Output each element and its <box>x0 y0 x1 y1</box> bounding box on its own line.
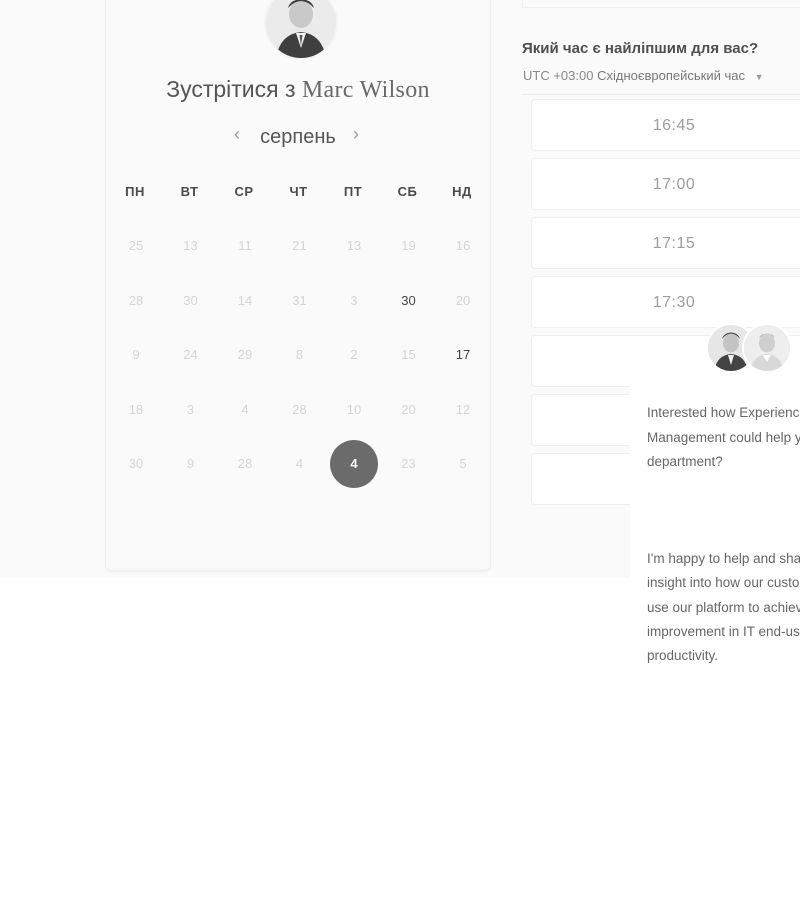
chat-message: Interested how Experienc Management coul… <box>647 377 800 693</box>
chevron-left-icon[interactable]: ‹ <box>234 124 240 144</box>
person-avatar-icon <box>744 325 790 371</box>
time-slot[interactable]: 17:15 <box>531 217 800 269</box>
weekday-label: СР <box>234 184 254 199</box>
chat-avatars <box>706 323 792 373</box>
calendar-day: 19 <box>401 238 416 253</box>
calendar-day: 29 <box>237 347 253 362</box>
caret-down-icon: ▼ <box>754 71 764 82</box>
calendar-day: 30 <box>183 292 198 308</box>
time-heading: Який час є найліпшим для вас? <box>522 40 759 57</box>
weekday-label: НД <box>452 184 472 199</box>
calendar-day: 28 <box>128 292 144 308</box>
calendar-day: 23 <box>401 456 416 471</box>
calendar-day: 14 <box>237 292 253 308</box>
timezone-offset: UTC +03:00 <box>523 68 594 83</box>
calendar-day: 4 <box>295 456 304 471</box>
calendar-day: 9 <box>132 347 140 362</box>
host-name: Marc Wilson <box>301 77 430 103</box>
top-panel-edge <box>522 0 800 8</box>
calendar-day: 31 <box>292 292 307 308</box>
time-slot-label: 17:30 <box>652 294 696 311</box>
calendar-day: 20 <box>401 401 416 417</box>
calendar-day: 3 <box>186 401 195 417</box>
calendar-day: 28 <box>237 456 253 471</box>
time-slot[interactable]: 17:30 <box>531 276 800 328</box>
weekday-header: ПН ВТ СР ЧТ ПТ СБ НД <box>108 184 490 202</box>
weekday-label: ПТ <box>343 184 363 199</box>
calendar-day: 20 <box>455 292 471 308</box>
calendar-day: 28 <box>292 401 307 417</box>
calendar-day: 24 <box>183 347 198 362</box>
agent-avatar <box>742 323 792 373</box>
calendar-day[interactable]: 17 <box>439 331 487 379</box>
calendar-day: 21 <box>292 238 307 253</box>
calendar-day: 5 <box>459 456 467 471</box>
calendar-day: 4 <box>241 401 249 417</box>
time-slot[interactable]: 17:00 <box>531 158 800 210</box>
meeting-title-prefix: Зустрітися з <box>166 76 296 102</box>
calendar-day: 2 <box>350 347 358 362</box>
chat-paragraph: I'm happy to help and sha insight into h… <box>647 551 800 664</box>
calendar-day[interactable]: 4 <box>330 440 378 488</box>
calendar-day: 18 <box>128 401 144 417</box>
timezone-name: Східноєвропейський час <box>597 68 745 83</box>
person-avatar-icon <box>266 0 336 58</box>
time-slot-label: 16:45 <box>652 117 696 134</box>
chat-paragraph: Interested how Experienc Management coul… <box>647 405 800 469</box>
weekday-label: ВТ <box>180 184 199 199</box>
calendar-day: 9 <box>186 456 195 471</box>
month-label: серпень <box>260 126 336 148</box>
time-slot[interactable]: 16:45 <box>531 99 800 151</box>
calendar-day: 12 <box>455 401 471 417</box>
calendar-day: 13 <box>183 238 198 253</box>
time-slot-label: 17:15 <box>652 235 696 252</box>
calendar-day: 15 <box>401 347 416 362</box>
calendar-day: 30 <box>128 456 144 471</box>
weekday-label: ЧТ <box>289 184 308 199</box>
month-navigation: ‹ серпень › <box>105 122 491 149</box>
calendar-day: 8 <box>295 347 304 362</box>
chevron-right-icon[interactable]: › <box>353 124 359 144</box>
calendar-day: 25 <box>128 238 144 253</box>
calendar-day[interactable]: 30 <box>385 277 433 325</box>
calendar-day: 16 <box>455 238 471 253</box>
calendar-day: 10 <box>346 401 362 417</box>
divider <box>522 94 800 95</box>
calendar-day: 3 <box>350 292 358 308</box>
calendar-day: 13 <box>346 238 362 253</box>
weekday-label: ПН <box>125 184 145 199</box>
weekday-label: СБ <box>397 184 418 199</box>
calendar-day: 11 <box>238 238 252 253</box>
meeting-title: Зустрітися з Marc Wilson <box>105 76 491 104</box>
timezone-select[interactable]: UTC +03:00 Східноєвропейський час ▼ <box>523 68 764 83</box>
time-slot-label: 17:00 <box>652 176 696 193</box>
